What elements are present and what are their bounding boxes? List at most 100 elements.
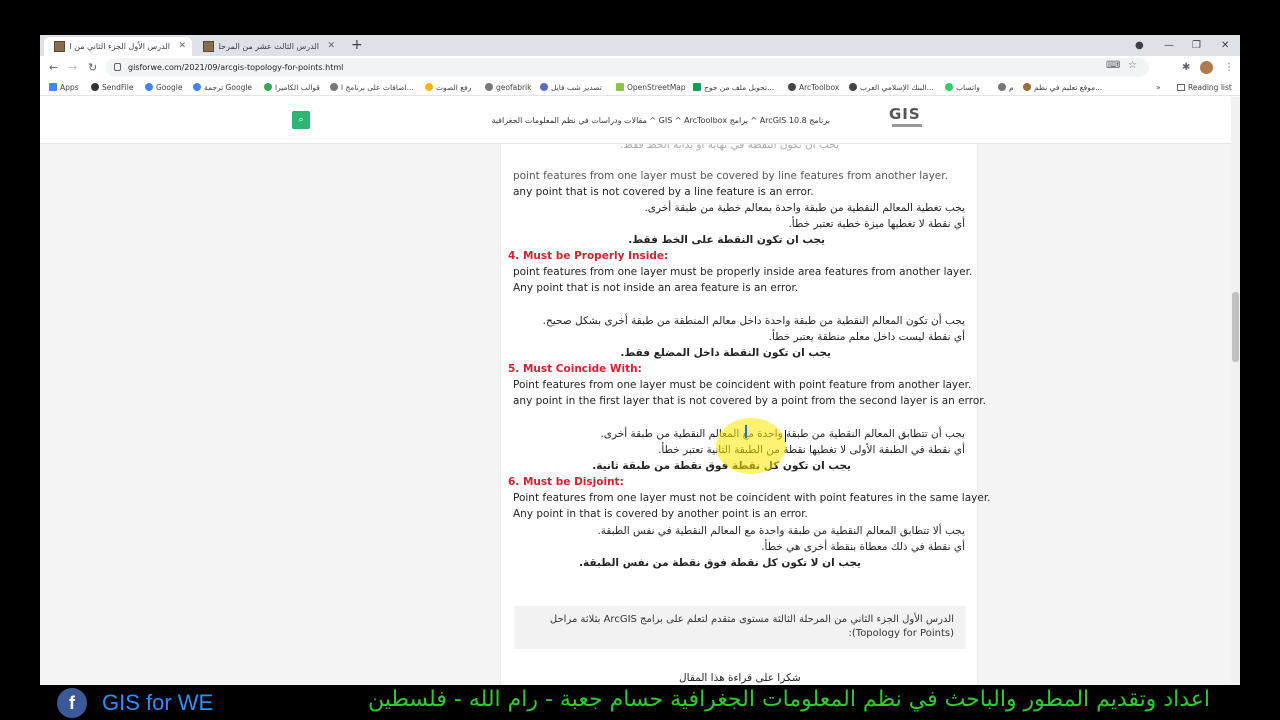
more-bookmarks-icon[interactable]: » bbox=[1156, 79, 1161, 96]
bookmark-star-icon[interactable]: ☆ bbox=[1128, 60, 1137, 71]
whatsapp-icon bbox=[945, 83, 953, 91]
site-breadcrumb[interactable]: برنامج ArcGIS 10.8 ^ برامج GIS ^ ArcTool… bbox=[420, 116, 830, 125]
lock-icon[interactable] bbox=[114, 63, 121, 71]
brand-text: GIS for WE bbox=[102, 690, 214, 715]
text-line: أي نقطة لا تغطيها ميزة خطية تعتبر خطأ. bbox=[788, 218, 965, 230]
google-icon bbox=[193, 83, 201, 91]
url-text[interactable]: gisforwe.com/2021/09/arcgis-topology-for… bbox=[128, 58, 343, 77]
section-heading: 6. Must be Disjoint: bbox=[508, 476, 624, 488]
text-line: any point in the first layer that is not… bbox=[513, 395, 986, 407]
bookmark-item[interactable]: رفع الصوت bbox=[425, 79, 471, 96]
cursor-highlight bbox=[716, 418, 786, 474]
maximize-icon[interactable]: ❐ bbox=[1192, 37, 1201, 54]
forward-icon[interactable]: → bbox=[68, 59, 77, 76]
osm-icon bbox=[616, 83, 624, 91]
bookmark-item[interactable]: Google bbox=[145, 79, 182, 96]
bookmark-item[interactable]: واتساب bbox=[945, 79, 980, 96]
thanks-text: شكرا على قراءة هذا المقال bbox=[679, 672, 801, 684]
close-tab-icon[interactable]: ✕ bbox=[327, 37, 335, 56]
bookmark-item[interactable]: اضافات على برنامج ا... bbox=[330, 79, 414, 96]
extensions-icon[interactable]: ✱ bbox=[1182, 59, 1190, 76]
browser-window: الدرس الأول الجزء الثاني من المرحلة... ✕… bbox=[40, 35, 1240, 685]
text-line: Point features from one layer must not b… bbox=[513, 492, 991, 504]
section-heading: 5. Must Coincide With: bbox=[508, 363, 642, 375]
tab-active[interactable]: الدرس الأول الجزء الثاني من المرحلة... ✕ bbox=[44, 37, 192, 56]
text-line: point features from one layer must be pr… bbox=[513, 266, 973, 278]
bookmark-favicon bbox=[264, 83, 272, 91]
bookmark-item[interactable]: البنك الإسلامي العرب... bbox=[849, 79, 934, 96]
bookmark-item[interactable]: قوالب الكاميرا bbox=[264, 79, 320, 96]
text-line: يجب ان لا تكون كل نقطة فوق نقطة من نفس ا… bbox=[579, 557, 861, 569]
site-header: ⌕ برنامج ArcGIS 10.8 ^ برامج GIS ^ ArcTo… bbox=[40, 97, 1231, 144]
tab-strip: الدرس الأول الجزء الثاني من المرحلة... ✕… bbox=[40, 35, 1240, 56]
omnibox[interactable]: gisforwe.com/2021/09/arcgis-topology-for… bbox=[106, 58, 1149, 77]
logo-underline bbox=[892, 124, 922, 127]
bookmark-item[interactable]: ترجمة Google bbox=[193, 79, 252, 96]
new-tab-button[interactable]: + bbox=[351, 36, 363, 55]
tab-title: الدرس الثالث عشر من المرحلة الأو... bbox=[219, 42, 319, 51]
bookmark-item[interactable]: ArcToolbox bbox=[788, 79, 839, 96]
bookmark-item[interactable]: OpenStreetMap bbox=[616, 79, 686, 96]
text-line: يجب ألا تتطابق المعالم النقطية من طبقة و… bbox=[597, 525, 965, 537]
bookmark-favicon bbox=[540, 83, 548, 91]
text-caret bbox=[745, 425, 747, 438]
text-line: Point features from one layer must be co… bbox=[513, 379, 972, 391]
bookmark-favicon bbox=[91, 83, 99, 91]
scrollbar-thumb[interactable] bbox=[1232, 292, 1239, 362]
bookmark-apps[interactable]: Apps bbox=[49, 79, 79, 96]
bookmark-favicon bbox=[788, 83, 796, 91]
bookmark-favicon bbox=[998, 83, 1006, 91]
bookmarks-bar: Apps SendFile Google ترجمة Google قوالب … bbox=[40, 79, 1240, 96]
minimize-icon[interactable]: — bbox=[1164, 37, 1174, 54]
site-favicon bbox=[203, 41, 214, 52]
reading-list[interactable]: Reading list bbox=[1177, 79, 1232, 96]
credit-text: اعداد وتقديم المطور والباحث في نظم المعل… bbox=[367, 687, 1210, 712]
close-tab-icon[interactable]: ✕ bbox=[178, 37, 186, 56]
reload-icon[interactable]: ↻ bbox=[88, 59, 97, 76]
bookmark-item[interactable]: تحويل ملف من جوج... bbox=[693, 79, 774, 96]
site-favicon bbox=[54, 41, 65, 52]
bookmark-favicon bbox=[693, 83, 701, 91]
page-scrollbar[interactable] bbox=[1231, 97, 1240, 685]
lesson-note-box: الدرس الأول الجزء الثاني من المرحلة الثا… bbox=[514, 606, 966, 649]
text-line: أي نقطة في الطبقة الأولى لا تغطيها نقطة … bbox=[658, 444, 965, 456]
bookmark-item[interactable]: SendFile bbox=[91, 79, 133, 96]
text-line: Any point in that is covered by another … bbox=[513, 508, 808, 520]
address-bar-row: ← → ↻ gisforwe.com/2021/09/arcgis-topolo… bbox=[40, 56, 1240, 79]
bookmark-item[interactable]: geofabrik bbox=[485, 79, 531, 96]
bookmark-favicon bbox=[1023, 83, 1031, 91]
translate-icon[interactable]: ⌨ bbox=[1106, 60, 1120, 71]
bookmark-item[interactable]: تصدير شب فايل bbox=[540, 79, 602, 96]
note-text: (Topology for Points): bbox=[848, 628, 955, 639]
apps-grid-icon bbox=[49, 83, 57, 91]
site-logo[interactable]: GIS bbox=[889, 105, 921, 123]
page-viewport: يجب ان تكون النقطة في نهاية او بداية الخ… bbox=[40, 97, 1240, 685]
site-search-button[interactable]: ⌕ bbox=[292, 111, 310, 129]
video-caption-bar: f GIS for WE اعداد وتقديم المطور والباحث… bbox=[0, 685, 1280, 720]
bookmark-favicon bbox=[485, 83, 493, 91]
tab-search-icon[interactable]: ● bbox=[1135, 37, 1144, 54]
window-close-icon[interactable]: ✕ bbox=[1221, 37, 1229, 54]
bookmark-favicon bbox=[330, 83, 338, 91]
text-line: any point that is not covered by a line … bbox=[513, 186, 814, 198]
search-icon: ⌕ bbox=[298, 115, 304, 125]
text-line: يجب ان تكون النقطة داخل المضلع فقط. bbox=[620, 347, 831, 359]
bookmark-item[interactable]: موقع تعليم في نظم... bbox=[1023, 79, 1102, 96]
text-line: يجب تغطية المعالم النقطية من طبقة واحدة … bbox=[644, 202, 965, 214]
text-cursor-icon bbox=[785, 430, 786, 442]
profile-avatar[interactable] bbox=[1200, 61, 1213, 74]
google-icon bbox=[145, 83, 153, 91]
section-heading: 4. Must be Properly Inside: bbox=[508, 250, 669, 262]
text-line: point features from one layer must be co… bbox=[513, 170, 948, 182]
back-icon[interactable]: ← bbox=[49, 59, 58, 76]
text-line: Any point that is not inside an area fea… bbox=[513, 282, 799, 294]
tab-title: الدرس الأول الجزء الثاني من المرحلة... bbox=[70, 42, 170, 51]
facebook-icon: f bbox=[57, 688, 87, 718]
menu-icon[interactable]: ⋮ bbox=[1224, 59, 1234, 76]
article-body: يجب ان تكون النقطة في نهاية او بداية الخ… bbox=[500, 139, 991, 685]
tab-inactive[interactable]: الدرس الثالث عشر من المرحلة الأو... ✕ bbox=[193, 37, 341, 56]
text-line: أي نقطة في ذلك معطاة بنقطة أخرى هي خطأ. bbox=[761, 541, 965, 553]
bookmark-item[interactable]: م bbox=[998, 79, 1014, 96]
note-text: الدرس الأول الجزء الثاني من المرحلة الثا… bbox=[549, 614, 954, 625]
bookmark-favicon bbox=[425, 83, 433, 91]
